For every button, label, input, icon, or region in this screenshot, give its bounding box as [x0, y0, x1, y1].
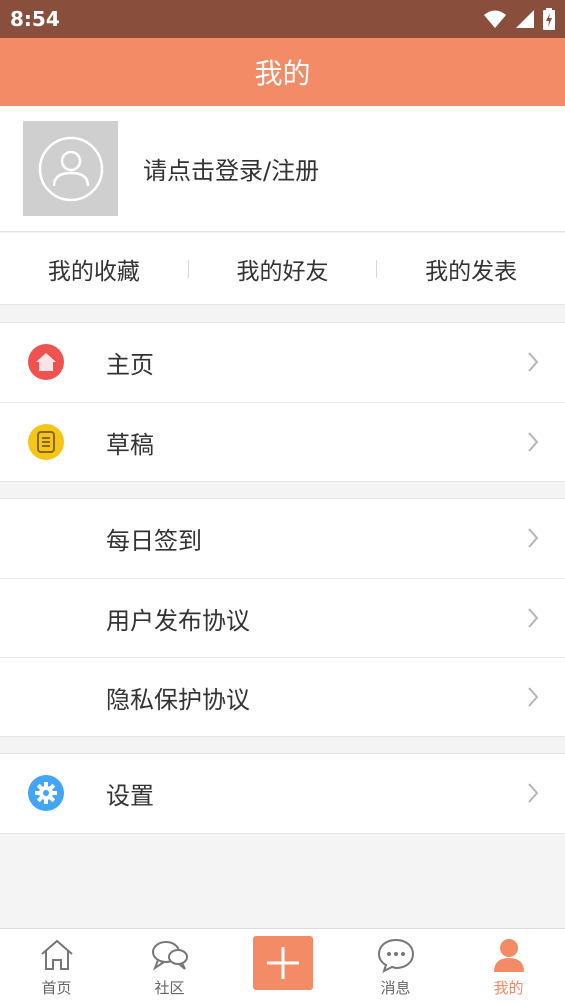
tab-label: 首页 [41, 979, 72, 997]
my-favorites-link[interactable]: 我的收藏 [0, 252, 188, 286]
add-post-button[interactable] [252, 936, 313, 990]
my-friends-link[interactable]: 我的好友 [189, 252, 377, 286]
title-bar: 我的 [0, 38, 565, 106]
status-time: 8:54 [10, 7, 60, 31]
bottom-tab-bar: 首页 社区 消息 我的 [0, 928, 565, 1004]
tab-add[interactable] [226, 929, 339, 1004]
menu-item-label: 用户发布协议 [106, 606, 250, 635]
menu-item-daily-checkin[interactable]: 每日签到 [0, 499, 565, 578]
my-posts-link[interactable]: 我的发表 [377, 252, 565, 286]
login-register-link[interactable]: 请点击登录/注册 [143, 151, 319, 186]
tab-home[interactable]: 首页 [0, 929, 113, 1004]
community-icon [150, 935, 190, 975]
menu-item-label: 每日签到 [106, 527, 202, 555]
avatar[interactable] [23, 121, 118, 216]
home-icon [28, 344, 64, 380]
tab-label: 我的 [493, 979, 524, 997]
user-avatar-icon [38, 136, 103, 201]
menu-item-label: 设置 [106, 782, 154, 810]
menu-item-label: 隐私保护协议 [106, 685, 250, 714]
menu-item-privacy-agreement[interactable]: 隐私保护协议 [0, 657, 565, 736]
menu-item-home[interactable]: 主页 [0, 323, 565, 402]
menu-group-settings: 设置 [0, 753, 565, 834]
person-icon [492, 935, 526, 975]
tab-community[interactable]: 社区 [113, 929, 226, 1004]
draft-icon [28, 424, 64, 460]
menu-item-user-agreement[interactable]: 用户发布协议 [0, 578, 565, 657]
chevron-right-icon [528, 608, 539, 628]
settings-icon [28, 775, 64, 811]
menu-item-drafts[interactable]: 草稿 [0, 402, 565, 481]
status-bar: 8:54 [0, 0, 565, 38]
profile-card[interactable]: 请点击登录/注册 [0, 106, 565, 232]
status-icons [483, 8, 555, 30]
chevron-right-icon [528, 352, 539, 372]
menu-item-label: 草稿 [106, 430, 154, 459]
menu-group-main: 主页 草稿 [0, 322, 565, 482]
page-title: 我的 [254, 57, 311, 90]
wifi-icon [484, 10, 506, 28]
tab-mine[interactable]: 我的 [452, 929, 565, 1004]
menu-item-settings[interactable]: 设置 [0, 754, 565, 833]
plus-icon [266, 947, 299, 979]
tab-messages[interactable]: 消息 [339, 929, 452, 1004]
quick-links: 我的收藏 我的好友 我的发表 [0, 233, 565, 305]
message-icon [377, 935, 415, 975]
home-outline-icon [39, 935, 75, 975]
tab-label: 消息 [380, 979, 411, 997]
chevron-right-icon [528, 432, 539, 452]
signal-icon [516, 10, 534, 28]
battery-icon [543, 8, 555, 30]
chevron-right-icon [528, 528, 539, 548]
tab-label: 社区 [154, 979, 185, 997]
menu-group-info: 每日签到 用户发布协议 隐私保护协议 [0, 498, 565, 737]
menu-item-label: 主页 [106, 351, 154, 379]
chevron-right-icon [528, 687, 539, 707]
chevron-right-icon [528, 783, 539, 803]
